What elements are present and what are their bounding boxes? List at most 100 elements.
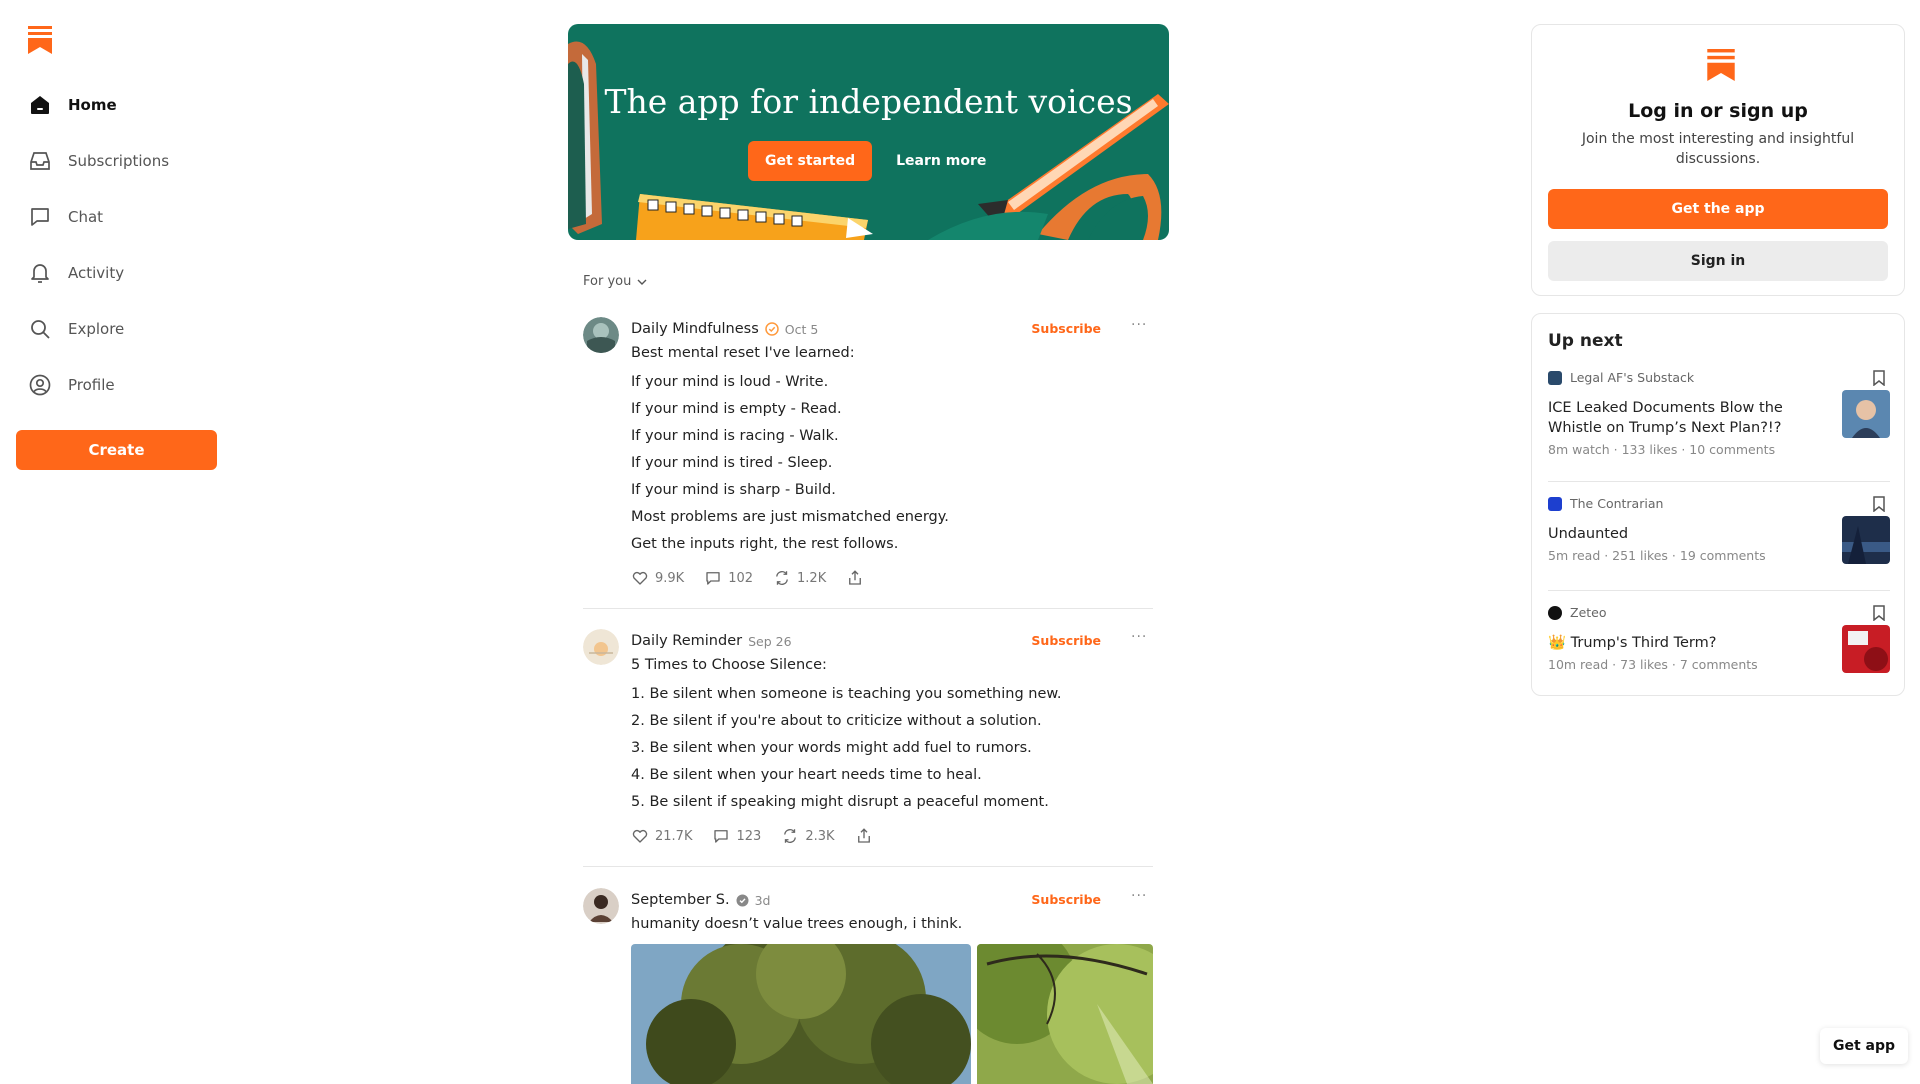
post-line: Get the inputs right, the rest follows. [631, 536, 899, 552]
nav-subscriptions[interactable]: Subscriptions [16, 137, 216, 185]
create-button[interactable]: Create [16, 430, 217, 470]
post-line: If your mind is tired - Sleep. [631, 455, 833, 471]
subscribe-button[interactable]: Subscribe [1031, 321, 1101, 336]
share-button[interactable] [846, 569, 864, 587]
sign-in-button[interactable]: Sign in [1548, 241, 1888, 281]
nav-explore[interactable]: Explore [16, 305, 216, 353]
post-line: Best mental reset I've learned: [631, 345, 855, 361]
like-count: 21.7K [655, 828, 693, 844]
restack-button[interactable]: 1.2K [773, 569, 826, 587]
user-circle-icon [29, 374, 51, 396]
avatar[interactable] [583, 317, 619, 353]
restack-icon [776, 571, 788, 585]
feed-filter-dropdown[interactable]: For you [583, 274, 647, 289]
post-daily-reminder: Daily Reminder Sep 26 Subscribe ··· 5 Ti… [583, 629, 1153, 859]
nav-home[interactable]: Home [16, 81, 216, 129]
restack-icon [784, 829, 797, 843]
nav-explore-label: Explore [68, 320, 125, 338]
bookmark-icon[interactable] [1872, 605, 1886, 621]
nav-activity-label: Activity [68, 264, 125, 282]
heart-icon [632, 829, 648, 843]
share-icon [857, 828, 870, 843]
post-author[interactable]: Daily Reminder [631, 633, 742, 649]
post-body: Best mental reset I've learned: If your … [631, 343, 1151, 558]
like-button[interactable]: 21.7K [631, 827, 692, 845]
banner-illustration [568, 41, 1169, 240]
subscribe-button[interactable]: Subscribe [1031, 892, 1101, 907]
avatar[interactable] [583, 888, 619, 924]
comment-icon [714, 830, 729, 843]
chat-bubble-icon [31, 208, 49, 226]
restack-button[interactable]: 2.3K [781, 827, 835, 845]
post-photo-gallery [631, 944, 1153, 1084]
login-card: Log in or sign up Join the most interest… [1531, 24, 1905, 296]
verified-badge-icon [736, 894, 749, 906]
substack-logo-icon[interactable] [28, 26, 52, 54]
up-next-item[interactable]: Legal AF's Substack ICE Leaked Documents… [1548, 370, 1890, 462]
post-line: If your mind is empty - Read. [631, 401, 842, 417]
up-next-title: Up next [1548, 331, 1623, 351]
up-next-item-meta: 5m read · 251 likes · 19 comments [1548, 548, 1766, 563]
comment-button[interactable]: 123 [712, 827, 761, 845]
more-options-icon[interactable]: ··· [1131, 317, 1153, 333]
nav-activity[interactable]: Activity [16, 249, 216, 297]
up-next-item[interactable]: Zeteo 👑 Trump's Third Term? 10m read · 7… [1548, 605, 1890, 685]
post-line: If your mind is racing - Walk. [631, 428, 839, 444]
post-line: 2. Be silent if you're about to criticiz… [631, 713, 1042, 729]
more-options-icon[interactable]: ··· [1131, 629, 1153, 645]
get-app-floating-button[interactable]: Get app [1820, 1028, 1908, 1064]
comment-count: 102 [728, 570, 754, 586]
post-line: If your mind is loud - Write. [631, 374, 829, 390]
like-button[interactable]: 9.9K [631, 569, 684, 587]
post-line: humanity doesn’t value trees enough, i t… [631, 916, 963, 932]
publication-name: Zeteo [1570, 605, 1607, 620]
comment-icon [706, 572, 720, 585]
nav-profile-label: Profile [68, 376, 115, 394]
post-line: Most problems are just mismatched energy… [631, 509, 949, 525]
post-divider [583, 608, 1153, 609]
up-next-item[interactable]: The Contrarian Undaunted 5m read · 251 l… [1548, 496, 1890, 576]
inbox-icon [30, 152, 50, 170]
up-next-thumbnail [1842, 625, 1890, 673]
like-count: 9.9K [655, 570, 685, 586]
get-the-app-button[interactable]: Get the app [1548, 189, 1888, 229]
publication-icon [1548, 605, 1562, 620]
tree-photo[interactable] [977, 944, 1153, 1084]
banner-title: The app for independent voices [604, 82, 1133, 121]
nav-chat[interactable]: Chat [16, 193, 216, 241]
restack-count: 2.3K [805, 828, 835, 844]
post-line: 5 Times to Choose Silence: [631, 657, 827, 673]
get-started-button[interactable]: Get started [748, 141, 873, 181]
search-icon [31, 320, 50, 339]
up-next-item-meta: 10m read · 73 likes · 7 comments [1548, 657, 1758, 672]
up-next-divider [1548, 481, 1890, 482]
learn-more-button[interactable]: Learn more [882, 141, 1000, 181]
more-options-icon[interactable]: ··· [1131, 888, 1153, 904]
up-next-thumbnail [1842, 390, 1890, 438]
nav-chat-label: Chat [68, 208, 104, 226]
chevron-down-icon [637, 279, 647, 285]
substack-logo-icon [1707, 49, 1735, 81]
up-next-thumbnail [1842, 516, 1890, 564]
share-button[interactable] [855, 827, 873, 845]
up-next-item-meta: 8m watch · 133 likes · 10 comments [1548, 442, 1776, 457]
publication-name: Legal AF's Substack [1570, 370, 1695, 385]
post-line: 5. Be silent if speaking might disrupt a… [631, 794, 1049, 810]
bookmark-icon[interactable] [1872, 370, 1886, 386]
bell-icon [31, 264, 49, 283]
tree-photo[interactable] [631, 944, 971, 1084]
feed-filter-label: For you [583, 274, 632, 289]
up-next-item-title: Undaunted [1548, 526, 1629, 542]
login-subtitle: Join the most interesting and insightful… [1581, 131, 1855, 167]
post-line: 4. Be silent when your heart needs time … [631, 767, 982, 783]
share-icon [849, 570, 862, 585]
home-icon [31, 96, 49, 114]
bookmark-icon[interactable] [1872, 496, 1886, 512]
post-author[interactable]: Daily Mindfulness [631, 321, 759, 337]
avatar[interactable] [583, 629, 619, 665]
subscribe-button[interactable]: Subscribe [1031, 633, 1101, 648]
nav-profile[interactable]: Profile [16, 361, 216, 409]
post-body: 5 Times to Choose Silence: 1. Be silent … [631, 655, 1151, 816]
comment-button[interactable]: 102 [704, 569, 753, 587]
post-author[interactable]: September S. [631, 892, 730, 908]
